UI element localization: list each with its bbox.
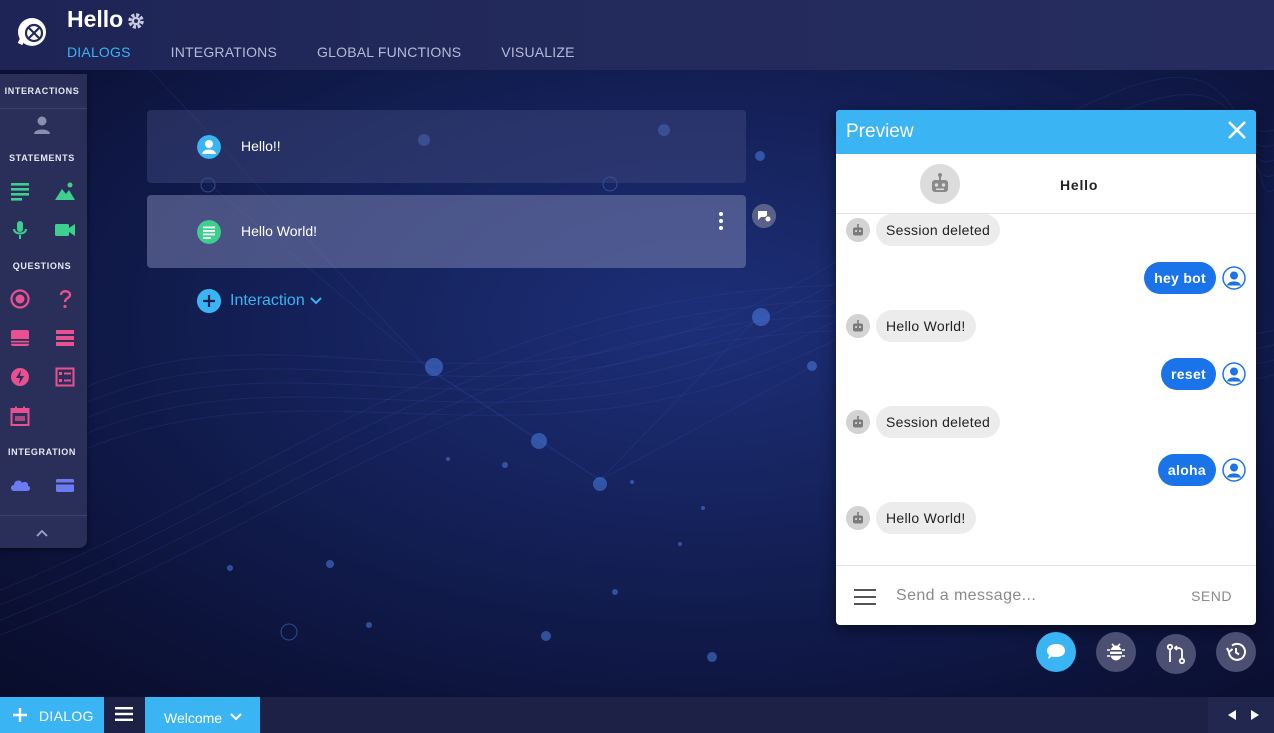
bot-bar: Hello xyxy=(836,154,1256,214)
message-text: hey bot xyxy=(1144,262,1216,294)
bug-icon xyxy=(1107,643,1125,661)
card-integration-icon[interactable] xyxy=(54,474,76,496)
message-text: Hello World! xyxy=(876,310,976,342)
bot-name: Hello xyxy=(1060,177,1099,193)
user-interaction-icon[interactable] xyxy=(31,114,53,136)
card-label: Hello!! xyxy=(241,138,281,154)
git-compare-icon xyxy=(1166,643,1186,665)
audio-statement-icon[interactable] xyxy=(9,219,31,241)
chat-bubble-icon xyxy=(1047,644,1065,659)
user-avatar-icon xyxy=(1222,266,1246,290)
arrow-right-icon[interactable] xyxy=(1249,709,1261,721)
dialog-tab-label: Welcome xyxy=(164,710,223,726)
history-icon xyxy=(1226,642,1246,661)
tab-scroll-controls xyxy=(1208,697,1274,733)
user-message: aloha xyxy=(1157,454,1246,486)
message-text: reset xyxy=(1161,358,1216,390)
bottom-bar: DIALOG Welcome xyxy=(0,697,1274,733)
plus-icon xyxy=(197,289,221,313)
gear-icon[interactable] xyxy=(126,11,146,31)
preview-header: Preview xyxy=(836,110,1256,154)
app-logo-icon[interactable] xyxy=(14,14,50,50)
message-text: Session deleted xyxy=(876,406,1001,438)
message-input[interactable] xyxy=(896,584,1156,608)
tab-global-functions[interactable]: GLOBAL FUNCTIONS xyxy=(317,44,461,70)
menu-icon[interactable] xyxy=(854,589,876,605)
bot-message: Session deleted xyxy=(846,406,1001,438)
message-text: Hello World! xyxy=(876,502,976,534)
app-title: Hello xyxy=(67,6,124,32)
palette-section-integration: INTEGRATION xyxy=(8,447,76,457)
bot-message: Session deleted xyxy=(846,214,1001,246)
version-control-button[interactable] xyxy=(1156,634,1196,674)
arrow-left-icon[interactable] xyxy=(1226,709,1238,721)
send-button[interactable]: SEND xyxy=(1191,588,1232,604)
tab-visualize[interactable]: VISUALIZE xyxy=(501,44,574,70)
card-label: Hello World! xyxy=(241,223,317,239)
message-text: Session deleted xyxy=(876,214,1001,246)
palette-section-questions: QUESTIONS xyxy=(12,261,72,271)
statement-card[interactable]: Hello World! xyxy=(147,195,746,268)
chat-settings-icon[interactable] xyxy=(752,204,776,228)
bot-avatar-icon xyxy=(846,506,870,530)
message-list: Session deleted hey bot Hello World! res… xyxy=(836,214,1256,566)
user-message: reset xyxy=(1161,358,1246,390)
question-mark-icon[interactable] xyxy=(54,288,76,310)
quick-reply-icon[interactable] xyxy=(9,366,31,388)
history-button[interactable] xyxy=(1216,632,1256,672)
more-vert-icon[interactable] xyxy=(716,211,726,231)
text-statement-icon xyxy=(197,220,221,244)
chevron-down-icon xyxy=(310,297,322,305)
bot-message: Hello World! xyxy=(846,310,976,342)
user-message: hey bot xyxy=(1144,262,1246,294)
preview-panel: Preview Hello Session deleted hey bot He… xyxy=(836,110,1256,625)
chevron-down-icon[interactable] xyxy=(230,712,242,722)
calendar-question-icon[interactable] xyxy=(9,405,31,427)
chevron-up-icon[interactable] xyxy=(31,523,53,545)
plus-icon xyxy=(13,708,27,722)
bot-avatar-icon xyxy=(846,218,870,242)
nav-tabs: DIALOGS INTEGRATIONS GLOBAL FUNCTIONS VI… xyxy=(67,44,575,70)
close-icon[interactable] xyxy=(1226,119,1248,141)
divider xyxy=(0,108,87,109)
debug-button[interactable] xyxy=(1096,632,1136,672)
add-interaction-label: Interaction xyxy=(230,292,305,309)
bot-avatar xyxy=(920,164,960,204)
app-header: Hello DIALOGS INTEGRATIONS GLOBAL FUNCTI… xyxy=(0,0,1274,70)
message-text: aloha xyxy=(1157,454,1216,486)
palette-section-interactions: INTERACTIONS xyxy=(4,86,80,96)
form-question-icon[interactable] xyxy=(54,366,76,388)
preview-title: Preview xyxy=(846,121,914,142)
component-palette: INTERACTIONS STATEMENTS QUESTIONS INTEGR… xyxy=(0,74,87,548)
user-avatar-icon xyxy=(1222,458,1246,482)
carousel-question-icon[interactable] xyxy=(9,327,31,349)
dialog-tab-welcome[interactable]: Welcome xyxy=(145,697,260,733)
image-statement-icon[interactable] xyxy=(54,180,76,202)
cloud-integration-icon[interactable] xyxy=(9,474,31,496)
palette-section-statements: STATEMENTS xyxy=(9,153,75,163)
user-avatar-icon xyxy=(1222,362,1246,386)
tab-integrations[interactable]: INTEGRATIONS xyxy=(171,44,277,70)
interaction-card[interactable]: Hello!! xyxy=(147,110,746,183)
add-interaction-button[interactable]: Interaction xyxy=(197,289,323,313)
bot-avatar-icon xyxy=(846,410,870,434)
dialog-list-button[interactable] xyxy=(104,697,145,733)
list-question-icon[interactable] xyxy=(54,327,76,349)
radio-question-icon[interactable] xyxy=(9,288,31,310)
user-icon xyxy=(197,135,221,159)
list-icon xyxy=(115,707,133,721)
text-statement-icon[interactable] xyxy=(9,180,31,202)
message-composer: SEND xyxy=(836,565,1256,625)
bot-message: Hello World! xyxy=(846,502,976,534)
video-statement-icon[interactable] xyxy=(54,219,76,241)
add-dialog-button[interactable]: DIALOG xyxy=(0,697,104,733)
tab-dialogs[interactable]: DIALOGS xyxy=(67,44,131,70)
add-dialog-label: DIALOG xyxy=(39,708,94,724)
bot-avatar-icon xyxy=(846,314,870,338)
divider xyxy=(0,515,87,516)
chat-preview-button[interactable] xyxy=(1036,632,1076,672)
